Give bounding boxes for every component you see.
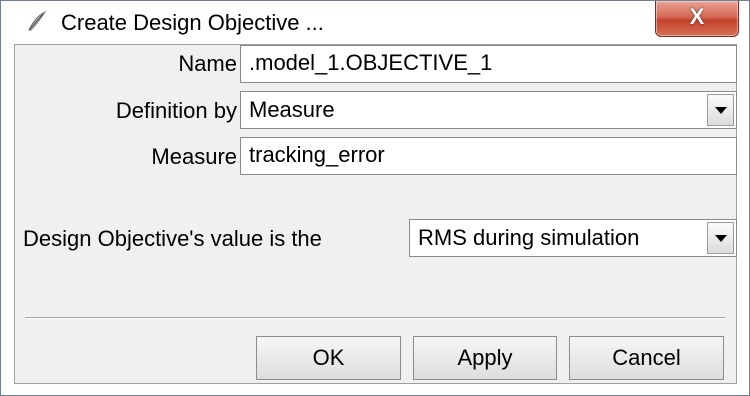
objective-value-select[interactable]: RMS during simulation: [409, 219, 737, 257]
definition-by-value: Measure: [249, 97, 335, 122]
measure-input[interactable]: tracking_error: [240, 137, 737, 175]
ok-button[interactable]: OK: [256, 336, 401, 380]
feather-icon: [28, 10, 47, 31]
close-icon: X: [689, 4, 705, 29]
dialog-body: Name .model_1.OBJECTIVE_1 Definition by …: [14, 44, 737, 384]
create-design-objective-dialog: Create Design Objective ... X Name .mode…: [0, 0, 750, 396]
objective-value-option: RMS during simulation: [418, 225, 640, 250]
chevron-down-icon[interactable]: [707, 94, 734, 126]
definition-by-label: Definition by: [115, 98, 237, 123]
name-input[interactable]: .model_1.OBJECTIVE_1: [240, 45, 737, 83]
title-bar[interactable]: Create Design Objective ... X: [1, 1, 749, 44]
apply-button[interactable]: Apply: [413, 336, 557, 380]
dialog-title: Create Design Objective ...: [61, 10, 324, 35]
measure-label: Measure: [151, 144, 237, 169]
definition-by-select[interactable]: Measure: [240, 91, 737, 129]
objective-value-label: Design Objective's value is the: [23, 226, 322, 251]
close-button[interactable]: X: [655, 1, 739, 37]
chevron-down-icon[interactable]: [707, 222, 734, 254]
divider: [25, 317, 725, 319]
name-label: Name: [178, 51, 237, 76]
cancel-button[interactable]: Cancel: [569, 336, 724, 380]
